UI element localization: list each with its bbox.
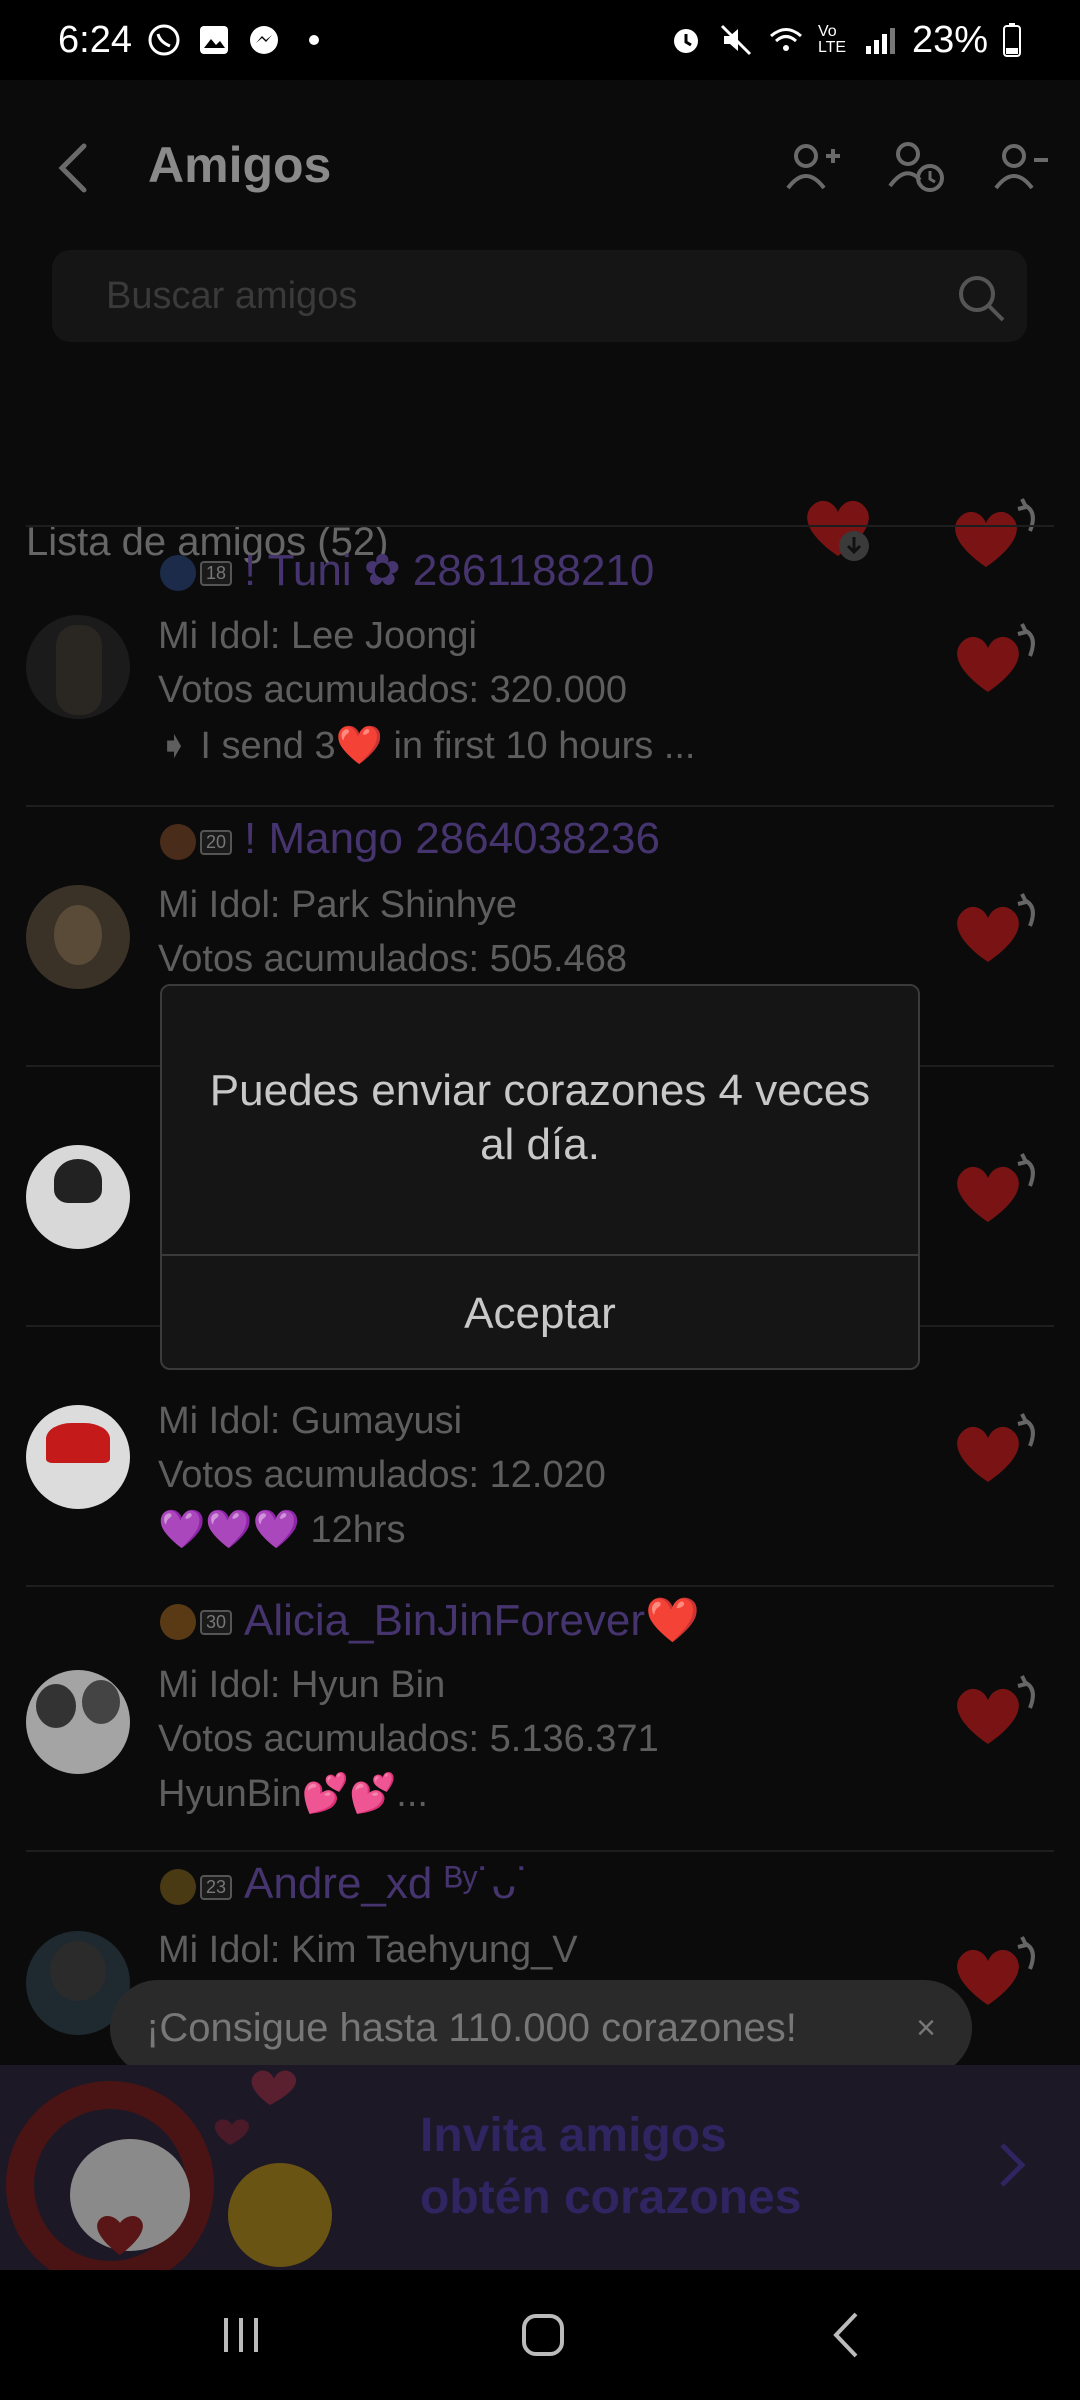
search-input[interactable] <box>106 250 926 342</box>
alarm-icon <box>673 29 698 53</box>
gallery-icon <box>199 26 228 54</box>
send-heart-icon[interactable] <box>948 620 1044 700</box>
wifi-icon <box>769 28 802 51</box>
friend-nickname: ! Mango 2864038236 <box>244 814 660 863</box>
page-title: Amigos <box>148 137 332 193</box>
home-icon[interactable] <box>508 2302 578 2368</box>
friend-nickname: Alicia_BinJinForever❤️ <box>244 1596 700 1645</box>
friend-votes: Votos acumulados: 505.468 <box>158 938 628 980</box>
invite-tooltip: ¡Consigue hasta 110.000 corazones! × <box>110 1980 972 2092</box>
signal-icon <box>865 28 895 54</box>
friend-status: HyunBin💕💕... <box>158 1773 428 1815</box>
back-nav-icon[interactable] <box>812 2302 882 2368</box>
recent-apps-icon[interactable] <box>206 2302 276 2368</box>
status-time: 6:24 <box>58 18 132 61</box>
accept-button[interactable]: Aceptar <box>162 1256 918 1368</box>
whatsapp-icon <box>148 24 180 56</box>
friend-idol: Mi Idol: Hyun Bin <box>158 1664 446 1706</box>
avatar <box>26 1145 130 1249</box>
level-badge: 30 <box>160 1604 236 1640</box>
friend-requests-icon[interactable] <box>886 136 946 196</box>
divider <box>26 1585 1054 1587</box>
friend-row[interactable]: 30 Alicia_BinJinForever❤️ Mi Idol: Hyun … <box>0 1590 1080 1852</box>
avatar <box>26 1405 130 1509</box>
friend-status: ➧ I send 3❤️ in first 10 hours ... <box>158 725 696 767</box>
search-icon[interactable] <box>955 272 1007 324</box>
mute-icon <box>720 24 751 56</box>
tooltip-text: ¡Consigue hasta 110.000 corazones! <box>146 2005 797 2050</box>
add-friend-icon[interactable] <box>782 136 842 196</box>
back-arrow-icon[interactable] <box>48 140 104 196</box>
status-bar: 6:24 Vo LTE 23% <box>0 0 1080 80</box>
friend-idol: Mi Idol: Park Shinhye <box>158 884 518 926</box>
app-header: Amigos <box>0 120 1080 210</box>
search-bar <box>52 250 1027 342</box>
friend-votes: Votos acumulados: 12.020 <box>158 1454 606 1496</box>
send-heart-icon[interactable] <box>948 1150 1044 1230</box>
banner-title: Invita amigos obtén corazones <box>420 2105 801 2229</box>
system-navbar <box>0 2270 1080 2400</box>
banner-illustration <box>6 2070 332 2270</box>
friend-idol: Mi Idol: Kim Taehyung_V <box>158 1929 578 1971</box>
avatar <box>26 1670 130 1774</box>
list-header: Lista de amigos (52) <box>0 390 1080 567</box>
chevron-right-icon[interactable] <box>984 2135 1040 2195</box>
friend-status: 💜💜💜 12hrs <box>158 1509 406 1551</box>
send-heart-icon[interactable] <box>948 890 1044 970</box>
battery-percent: 23% <box>911 18 988 61</box>
divider <box>26 1850 1054 1852</box>
tooltip-close-icon[interactable]: × <box>916 2009 936 2048</box>
friend-nickname: Andre_xd ᴮʸ˙ᴗ˙ <box>244 1859 531 1908</box>
avatar <box>26 615 130 719</box>
friend-idol: Mi Idol: Lee Joongi <box>158 615 477 657</box>
friend-votes: Votos acumulados: 5.136.371 <box>158 1718 659 1760</box>
friend-idol: Mi Idol: Gumayusi <box>158 1400 463 1442</box>
send-heart-icon[interactable] <box>948 1672 1044 1752</box>
battery-icon <box>1003 23 1021 57</box>
divider <box>26 525 1054 527</box>
divider <box>26 805 1054 807</box>
volte-label: Vo LTE <box>817 23 847 56</box>
remove-friend-icon[interactable] <box>990 136 1050 196</box>
banner-line-1: Invita amigos <box>420 2109 727 2162</box>
banner-line-2: obtén corazones <box>420 2171 802 2224</box>
invite-banner[interactable]: Invita amigos obtén corazones <box>0 2065 1080 2270</box>
level-badge: 20 <box>160 824 236 860</box>
level-badge: 23 <box>160 1869 236 1905</box>
send-heart-icon[interactable] <box>948 1410 1044 1490</box>
dialog-message: Puedes enviar corazones 4 veces al día. <box>209 1066 871 1169</box>
level-badge: 18 <box>160 555 236 591</box>
info-dialog: Puedes enviar corazones 4 veces al día. … <box>160 984 920 1370</box>
friend-votes: Votos acumulados: 320.000 <box>158 669 628 711</box>
dot-icon <box>308 35 319 45</box>
avatar <box>26 885 130 989</box>
friend-row[interactable]: 18 ! Tuni ✿ 2861188210 Mi Idol: Lee Joon… <box>0 535 1080 797</box>
messenger-icon <box>249 26 278 54</box>
friend-nickname: ! Tuni ✿ 2861188210 <box>244 546 655 595</box>
